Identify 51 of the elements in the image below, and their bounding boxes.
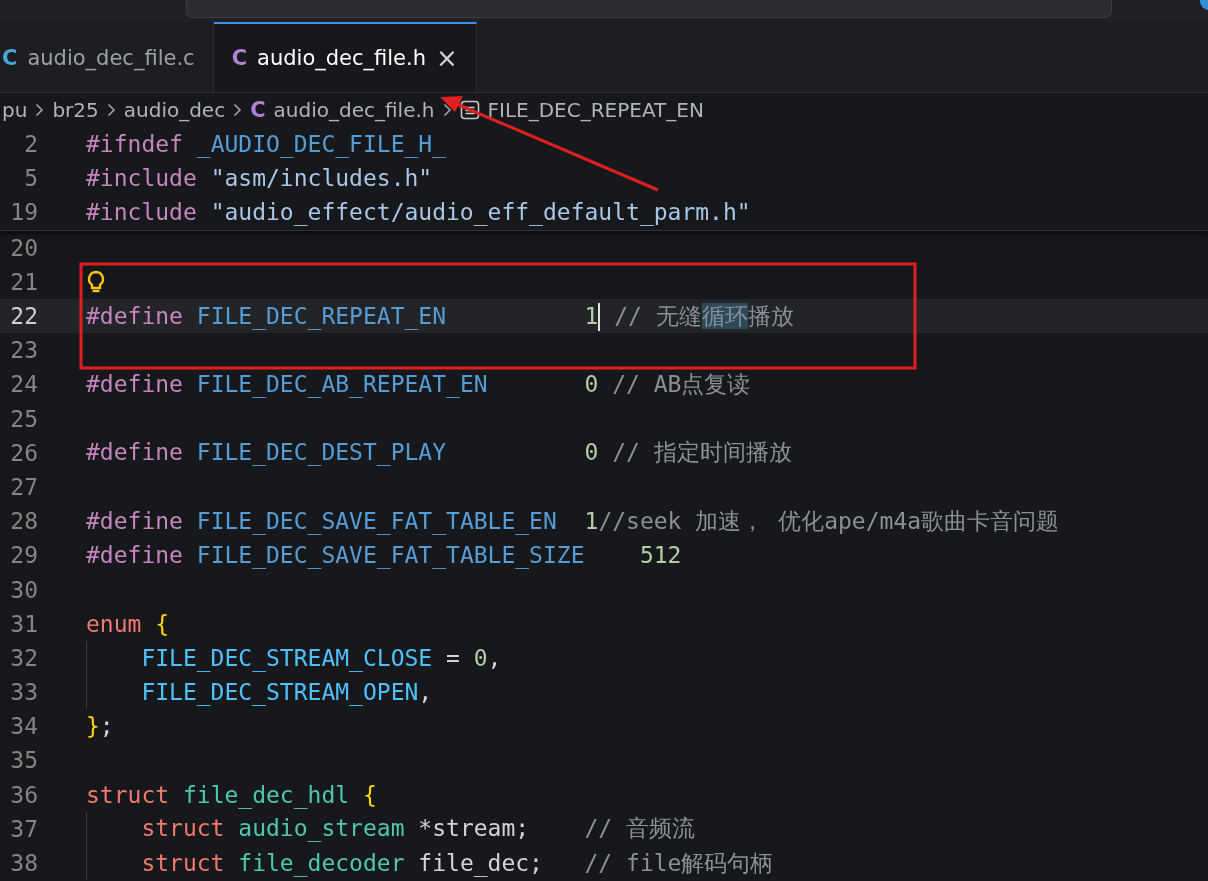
- line-number: 24: [9, 371, 38, 398]
- line-number: 38: [9, 850, 38, 877]
- code-line: #include "audio_effect/audio_eff_default_parm.h": [86, 199, 751, 226]
- line-number: 22: [9, 303, 38, 330]
- editor-tab[interactable]: C audio_dec_file.c: [0, 22, 214, 92]
- breadcrumb-item[interactable]: audio_dec: [123, 98, 226, 122]
- line-number: 37: [9, 815, 38, 842]
- code-line: enum {: [86, 610, 170, 637]
- line-number: 21: [9, 268, 38, 295]
- code-line: struct audio_stream *stream; // 音频流: [140, 814, 696, 844]
- code-line: #define FILE_DEC_REPEAT_EN 1 // 无缝循环播放: [86, 300, 794, 332]
- code-line: #define FILE_DEC_DEST_PLAY 0 // 指定时间播放: [86, 438, 792, 468]
- line-number: 32: [9, 644, 38, 671]
- line-number: 28: [9, 508, 38, 535]
- c-language-icon: C: [250, 98, 266, 122]
- editor-tab[interactable]: C audio_dec_file.h ×: [213, 22, 477, 92]
- lightbulb-icon[interactable]: [86, 269, 106, 294]
- line-number: 34: [9, 713, 38, 740]
- line-number: 23: [9, 337, 38, 364]
- line-number: 20: [9, 234, 38, 261]
- chevron-right-icon: [106, 103, 116, 117]
- breadcrumb-item[interactable]: br25: [52, 98, 99, 122]
- line-number: 5: [23, 165, 38, 192]
- line-number: 30: [9, 576, 38, 603]
- line-number: 2: [23, 131, 38, 158]
- line-number: 26: [9, 439, 38, 466]
- breadcrumb-item[interactable]: pu: [2, 98, 28, 122]
- line-number: 35: [9, 747, 38, 774]
- chevron-right-icon: [442, 103, 452, 117]
- code-line: #define FILE_DEC_AB_REPEAT_EN 0 // AB点复读: [86, 369, 751, 400]
- line-number: 36: [9, 781, 38, 808]
- line-number: 19: [9, 199, 38, 226]
- code-line: #define FILE_DEC_SAVE_FAT_TABLE_SIZE 512: [86, 542, 682, 569]
- code-line: FILE_DEC_STREAM_OPEN,: [140, 679, 433, 706]
- line-number: 31: [9, 610, 38, 637]
- code-line: #ifndef _AUDIO_DEC_FILE_H_: [86, 131, 447, 158]
- chevron-right-icon: [35, 103, 45, 117]
- line-number: 25: [9, 405, 38, 432]
- code-line: struct file_dec_hdl {: [86, 781, 377, 808]
- symbol-icon: [459, 100, 480, 120]
- code-line: };: [86, 713, 114, 740]
- breadcrumb-item[interactable]: audio_dec_file.h: [273, 98, 435, 122]
- chevron-right-icon: [233, 103, 243, 117]
- code-line: #define FILE_DEC_SAVE_FAT_TABLE_EN 1//seek 加速， 优化ape/m4a歌曲卡音问题: [86, 506, 1060, 537]
- code-line: #include "asm/includes.h": [86, 165, 433, 192]
- breadcrumb-item[interactable]: FILE_DEC_REPEAT_EN: [487, 98, 704, 122]
- line-number: 29: [9, 542, 38, 569]
- line-number: 27: [9, 473, 38, 500]
- line-number: 33: [9, 679, 38, 706]
- code-line: FILE_DEC_STREAM_CLOSE = 0,: [140, 644, 502, 671]
- code-line: struct file_decoder file_dec; // file解码句柄: [140, 848, 774, 879]
